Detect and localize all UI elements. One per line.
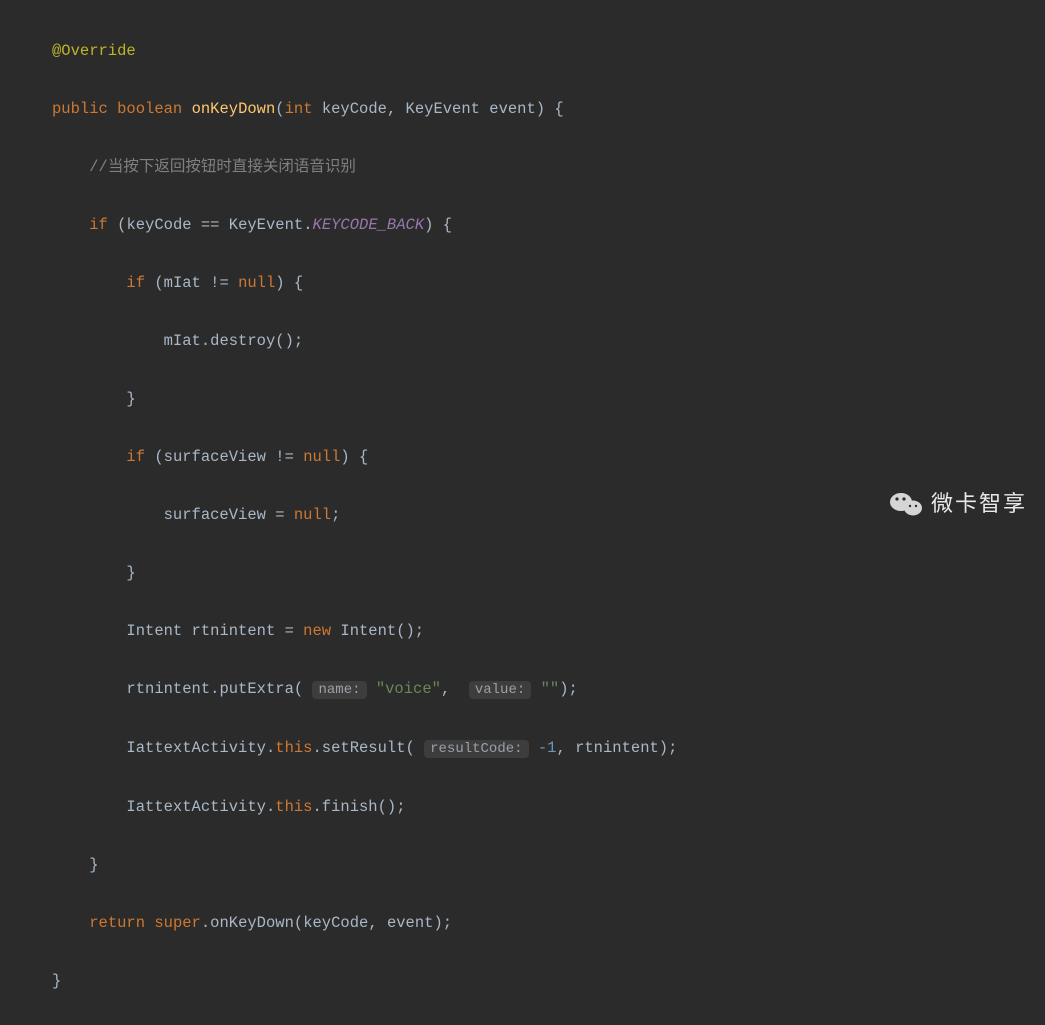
var: rtnintent	[126, 680, 210, 698]
var: keyCode	[126, 216, 191, 234]
param-hint: value:	[469, 681, 531, 699]
code-line: IattextActivity.this.setResult( resultCo…	[8, 734, 677, 764]
kw-null: null	[303, 448, 340, 466]
var: surfaceView	[164, 506, 266, 524]
string: "voice"	[376, 680, 441, 698]
brace: }	[52, 972, 61, 990]
code-line: }	[8, 851, 677, 880]
kw-null: null	[294, 506, 331, 524]
arg: rtnintent	[575, 739, 659, 757]
arg: keyCode	[303, 914, 368, 932]
code-line: }	[8, 559, 677, 588]
number: -1	[538, 739, 557, 757]
code-editor[interactable]: @Override public boolean onKeyDown(int k…	[0, 0, 677, 1025]
arg: event	[387, 914, 434, 932]
method-call: destroy	[210, 332, 275, 350]
param: event	[489, 100, 536, 118]
type: Intent	[126, 622, 182, 640]
brace: }	[126, 564, 135, 582]
code-line: IattextActivity.this.finish();	[8, 793, 677, 822]
kw-boolean: boolean	[117, 100, 182, 118]
code-line: surfaceView = null;	[8, 501, 677, 530]
param: keyCode	[322, 100, 387, 118]
code-line: if (surfaceView != null) {	[8, 443, 677, 472]
code-line: @Override	[8, 37, 677, 66]
var: surfaceView	[164, 448, 266, 466]
kw-super: super	[154, 914, 201, 932]
kw-if: if	[89, 216, 108, 234]
code-line: mIat.destroy();	[8, 327, 677, 356]
comment: //当按下返回按钮时直接关闭语音识别	[89, 158, 356, 176]
watermark-text: 微卡智享	[931, 489, 1027, 518]
kw-int: int	[285, 100, 313, 118]
code-line: //当按下返回按钮时直接关闭语音识别	[8, 153, 677, 182]
kw-public: public	[52, 100, 108, 118]
kw-return: return	[89, 914, 145, 932]
code-line: return super.onKeyDown(keyCode, event);	[8, 909, 677, 938]
method-call: finish	[322, 798, 378, 816]
method-call: putExtra	[219, 680, 293, 698]
constant: KEYCODE_BACK	[313, 216, 425, 234]
code-line: }	[8, 385, 677, 414]
method-call: onKeyDown	[210, 914, 294, 932]
type: IattextActivity	[126, 798, 266, 816]
method-name: onKeyDown	[192, 100, 276, 118]
kw-null: null	[238, 274, 275, 292]
param-hint: name:	[312, 681, 366, 699]
type: KeyEvent	[406, 100, 480, 118]
ctor: Intent	[340, 622, 396, 640]
kw-if: if	[126, 274, 145, 292]
code-line: rtnintent.putExtra( name: "voice", value…	[8, 675, 677, 705]
code-line: if (keyCode == KeyEvent.KEYCODE_BACK) {	[8, 211, 677, 240]
brace: }	[126, 390, 135, 408]
watermark: 微卡智享	[889, 489, 1027, 518]
type: IattextActivity	[126, 739, 266, 757]
kw-this: this	[275, 739, 312, 757]
type: KeyEvent	[229, 216, 303, 234]
var: mIat	[164, 274, 201, 292]
kw-new: new	[303, 622, 331, 640]
kw-this: this	[275, 798, 312, 816]
var: mIat	[164, 332, 201, 350]
code-line: }	[8, 967, 677, 996]
code-line: Intent rtnintent = new Intent();	[8, 617, 677, 646]
var: rtnintent	[192, 622, 276, 640]
string: ""	[541, 680, 560, 698]
wechat-icon	[889, 490, 923, 518]
kw-if: if	[126, 448, 145, 466]
annotation: @Override	[52, 42, 136, 60]
param-hint: resultCode:	[424, 740, 528, 758]
method-call: setResult	[322, 739, 406, 757]
code-line: public boolean onKeyDown(int keyCode, Ke…	[8, 95, 677, 124]
code-line: if (mIat != null) {	[8, 269, 677, 298]
brace: }	[89, 856, 98, 874]
